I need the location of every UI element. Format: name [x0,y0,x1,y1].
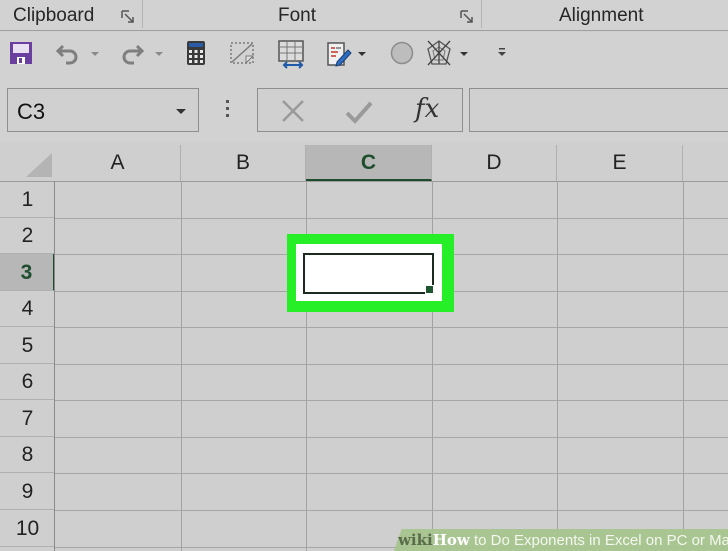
row-header-6[interactable]: 6 [0,364,55,400]
gridline [55,437,728,438]
gridline [55,364,728,365]
gridline [55,473,728,474]
ribbon-separator [142,0,143,28]
formula-input[interactable] [469,88,728,132]
row-header-2[interactable]: 2 [0,218,55,254]
undo-dropdown-icon[interactable] [91,52,99,56]
name-box-dropdown-icon[interactable] [176,109,186,114]
spreadsheet-grid: A B C D E 1 2 3 4 5 6 7 8 9 10 [0,145,728,551]
cancel-icon[interactable] [280,98,306,124]
clipboard-dialog-launcher-icon[interactable] [121,10,135,23]
customize-toolbar-icon[interactable] [497,47,507,59]
formula-bar: C3 fx [0,76,728,142]
row-header-7[interactable]: 7 [0,400,55,437]
name-box-value: C3 [17,99,46,124]
gridline [557,181,558,551]
formula-bar-resize-handle[interactable] [226,100,229,118]
fill-handle[interactable] [425,285,434,294]
edit-form-icon[interactable] [326,40,352,68]
gridline [181,181,182,551]
gridline [55,400,728,401]
edit-form-dropdown-icon[interactable] [358,52,366,56]
redo-icon[interactable] [119,42,145,66]
ribbon-group-alignment: Alignment [559,5,644,26]
undo-icon[interactable] [55,42,81,66]
row-header-8[interactable]: 8 [0,437,55,473]
row-header-5[interactable]: 5 [0,327,55,364]
redo-dropdown-icon[interactable] [155,52,163,56]
select-all-triangle-icon [26,153,52,177]
ribbon-separator [481,0,482,28]
column-header-f[interactable] [683,145,728,181]
table-resize-icon[interactable] [277,39,307,69]
watermark-brand-how: How [432,531,470,549]
row-header-1[interactable]: 1 [0,182,55,218]
column-header-b[interactable]: B [181,145,306,181]
ribbon-group-font: Font [278,5,317,26]
gridline [55,510,728,511]
row-header-4[interactable]: 4 [0,291,55,327]
radar-chart-icon[interactable] [426,39,452,67]
row-header-3[interactable]: 3 [0,254,55,291]
circle-shape-icon[interactable] [390,41,414,65]
font-dialog-launcher-icon[interactable] [460,10,474,23]
watermark-title: to Do Exponents in Excel on PC or Mac [469,532,728,549]
save-icon[interactable] [9,41,33,65]
page-break-preview-icon[interactable] [229,41,255,65]
header-divider [0,181,728,182]
gridline [683,181,684,551]
select-all-button[interactable] [0,145,55,181]
quick-access-toolbar [0,32,728,76]
column-header-c[interactable]: C [306,145,432,181]
ribbon-group-labels: Clipboard Font Alignment [0,0,728,31]
enter-icon[interactable] [345,100,373,124]
formula-controls: fx [257,88,463,132]
column-header-d[interactable]: D [432,145,557,181]
column-header-a[interactable]: A [55,145,181,181]
ribbon-group-clipboard: Clipboard [13,5,95,26]
calculator-icon[interactable] [186,40,206,66]
row-header-9[interactable]: 9 [0,473,55,510]
row-header-divider [54,181,55,551]
gridline [55,327,728,328]
watermark-text: wikiHow to Do Exponents in Excel on PC o… [398,531,728,549]
column-header-e[interactable]: E [557,145,683,181]
active-cell-c3[interactable] [303,253,434,294]
name-box[interactable]: C3 [7,88,199,132]
row-header-10[interactable]: 10 [0,510,55,547]
radar-chart-dropdown-icon[interactable] [460,52,468,56]
watermark-brand-wiki: wiki [398,531,433,549]
insert-function-button[interactable]: fx [415,94,439,124]
gridline [55,218,728,219]
